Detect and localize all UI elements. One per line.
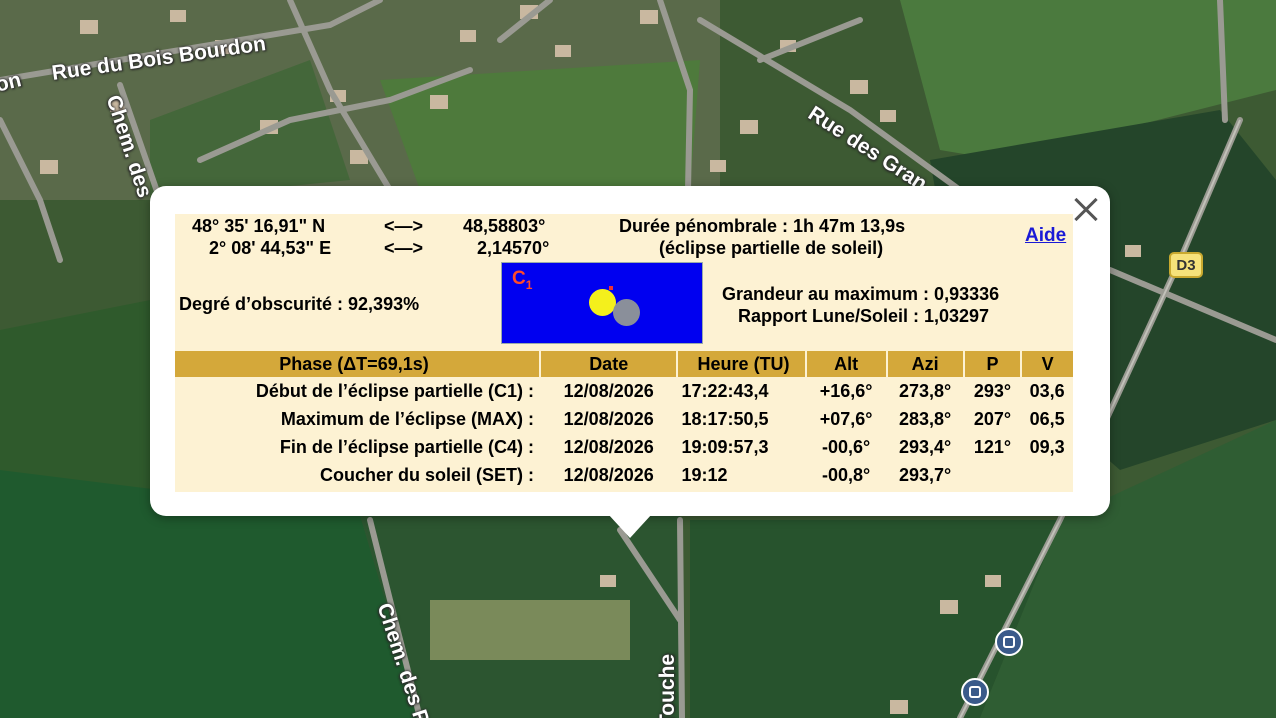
date-cell: 12/08/2026 [563, 464, 654, 485]
penumbral-duration: Durée pénombrale : 1h 47m 13,9s [619, 216, 906, 236]
p-cell [964, 461, 1021, 489]
p-cell: 207° [973, 408, 1012, 429]
longitude-arrow: <—> [384, 238, 424, 258]
p-cell: 121° [973, 436, 1012, 457]
obscuration-degree: Degré d’obscurité : 92,393% [179, 294, 420, 314]
moon-disc [613, 299, 640, 326]
date-cell: 12/08/2026 [563, 408, 654, 429]
phases-table: Phase (ΔT=69,1s) Date Heure (TU) Alt Azi… [175, 351, 1073, 489]
alt-cell: -00,8° [822, 464, 871, 485]
time-cell: 18:17:50,5 [681, 408, 769, 429]
longitude-dms: 2° 08' 44,53" E [209, 238, 332, 258]
header-azi: Azi [886, 351, 965, 377]
time-cell: 19:12 [681, 464, 728, 485]
v-cell: 09,3 [1029, 436, 1065, 457]
phase-cell: Début de l’éclipse partielle (C1) : [255, 380, 534, 401]
table-row: Fin de l’éclipse partielle (C4) : 12/08/… [175, 433, 1073, 461]
moon-sun-ratio: Rapport Lune/Soleil : 1,03297 [738, 306, 990, 326]
popup-pointer [608, 514, 652, 538]
v-cell: 06,5 [1029, 408, 1065, 429]
table-row: Coucher du soleil (SET) : 12/08/2026 19:… [175, 461, 1073, 489]
header-p: P [963, 351, 1023, 377]
azi-cell: 283,8° [899, 408, 952, 429]
table-row: Début de l’éclipse partielle (C1) : 12/0… [175, 377, 1073, 405]
alt-cell: +07,6° [819, 408, 873, 429]
alt-cell: +16,6° [819, 380, 873, 401]
azi-cell: 293,4° [899, 436, 952, 457]
header-date: Date [539, 351, 679, 377]
time-cell: 17:22:43,4 [681, 380, 769, 401]
bus-stop-icon[interactable] [995, 628, 1023, 656]
table-row: Maximum de l’éclipse (MAX) : 12/08/2026 … [175, 405, 1073, 433]
contact-label: C1 [512, 268, 533, 292]
help-link[interactable]: Aide [1025, 225, 1066, 247]
v-cell [1021, 461, 1073, 489]
header-alt: Alt [805, 351, 888, 377]
longitude-decimal: 2,14570° [477, 238, 550, 258]
phase-cell: Coucher du soleil (SET) : [319, 464, 534, 485]
v-cell: 03,6 [1029, 380, 1065, 401]
azi-cell: 293,7° [899, 464, 952, 485]
date-cell: 12/08/2026 [563, 436, 654, 457]
magnitude-at-maximum: Grandeur au maximum : 0,93336 [722, 284, 1000, 304]
header-v: V [1021, 351, 1073, 377]
road-label-touche: Touche [656, 653, 679, 718]
header-time: Heure (TU) [677, 351, 807, 377]
latitude-arrow: <—> [384, 216, 424, 236]
header-phase: Phase (ΔT=69,1s) [175, 351, 541, 377]
road-badge-d3: D3 [1169, 252, 1203, 278]
phase-cell: Maximum de l’éclipse (MAX) : [280, 408, 534, 429]
bus-stop-icon[interactable] [961, 678, 989, 706]
contact-tick [609, 286, 613, 290]
azi-cell: 273,8° [899, 380, 952, 401]
latitude-decimal: 48,58803° [463, 216, 546, 236]
eclipse-panel: 48° 35' 16,91" N <—> 48,58803° 2° 08' 44… [175, 214, 1073, 492]
date-cell: 12/08/2026 [563, 380, 654, 401]
eclipse-diagram: C1 [501, 262, 703, 344]
table-header-row: Phase (ΔT=69,1s) Date Heure (TU) Alt Azi… [175, 351, 1073, 377]
latitude-dms: 48° 35' 16,91" N [192, 216, 326, 236]
phase-cell: Fin de l’éclipse partielle (C4) : [279, 436, 534, 457]
sun-disc [589, 289, 616, 316]
eclipse-type: (éclipse partielle de soleil) [659, 238, 884, 258]
time-cell: 19:09:57,3 [681, 436, 769, 457]
alt-cell: -00,6° [822, 436, 871, 457]
p-cell: 293° [973, 380, 1012, 401]
